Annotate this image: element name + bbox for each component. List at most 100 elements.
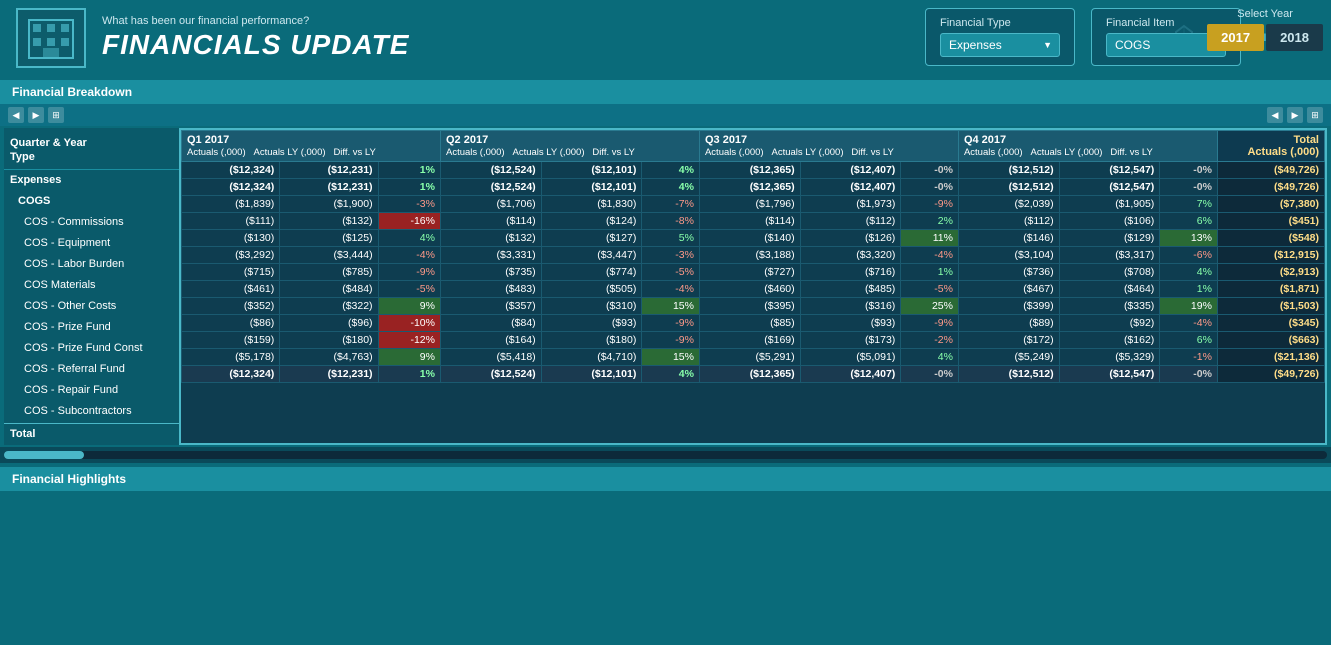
q1-actuals: ($159) bbox=[182, 332, 280, 349]
total-header: TotalActuals (,000) bbox=[1217, 131, 1324, 162]
q4-actuals-ly: ($129) bbox=[1059, 230, 1160, 247]
q4-actuals-ly: ($12,547) bbox=[1059, 162, 1160, 179]
q4-actuals: ($89) bbox=[958, 315, 1059, 332]
scrollbar-thumb[interactable] bbox=[4, 451, 84, 459]
q2-actuals-ly: ($180) bbox=[541, 332, 642, 349]
q4-actuals: ($2,039) bbox=[958, 196, 1059, 213]
q3-diff: 25% bbox=[901, 298, 959, 315]
q2-actuals: ($164) bbox=[440, 332, 541, 349]
left-row-commissions: COS - Commissions bbox=[4, 212, 179, 233]
year-2018-button[interactable]: 2018 bbox=[1266, 24, 1323, 51]
table-row: ($111)($132)-16%($114)($124)-8%($114)($1… bbox=[182, 213, 1325, 230]
q1-actuals-ly: ($12,231) bbox=[280, 179, 378, 196]
left-row-labor-burden: COS - Labor Burden bbox=[4, 254, 179, 275]
q3-diff: -5% bbox=[901, 281, 959, 298]
q2-actuals: ($1,706) bbox=[440, 196, 541, 213]
logo-box bbox=[16, 8, 86, 68]
financial-type-select[interactable]: Expenses bbox=[940, 33, 1060, 57]
q1-actuals-ly: ($3,444) bbox=[280, 247, 378, 264]
q2-actuals-ly: ($12,101) bbox=[541, 162, 642, 179]
row-total: ($1,871) bbox=[1217, 281, 1324, 298]
q3-diff: 4% bbox=[901, 349, 959, 366]
left-row-cogs: COGS bbox=[4, 191, 179, 212]
q2-actuals-ly: ($93) bbox=[541, 315, 642, 332]
left-row-equipment: COS - Equipment bbox=[4, 233, 179, 254]
q1-actuals-ly: ($484) bbox=[280, 281, 378, 298]
q2-diff: -9% bbox=[642, 332, 700, 349]
row-total: ($7,380) bbox=[1217, 196, 1324, 213]
financial-type-select-wrapper[interactable]: Expenses bbox=[940, 33, 1060, 57]
financial-type-group: Financial Type Expenses bbox=[925, 8, 1075, 66]
q2-actuals-ly: ($505) bbox=[541, 281, 642, 298]
q2-diff: 4% bbox=[642, 179, 700, 196]
q3-actuals-ly: ($3,320) bbox=[800, 247, 901, 264]
q2-actuals: ($114) bbox=[440, 213, 541, 230]
financial-highlights-divider: Financial Highlights bbox=[0, 467, 1331, 491]
toolbar-icon-1[interactable]: ◀ bbox=[8, 107, 24, 123]
left-panel: Quarter & YearType Expenses COGS COS - C… bbox=[4, 128, 179, 445]
q4-actuals-ly: ($464) bbox=[1059, 281, 1160, 298]
table-row: ($86)($96)-10%($84)($93)-9%($85)($93)-9%… bbox=[182, 315, 1325, 332]
table-header-row: Q1 2017Actuals (,000) Actuals LY (,000) … bbox=[182, 131, 1325, 162]
q1-actuals-ly: ($4,763) bbox=[280, 349, 378, 366]
toolbar-icon-right-1[interactable]: ◀ bbox=[1267, 107, 1283, 123]
q4-actuals: ($3,104) bbox=[958, 247, 1059, 264]
q4-diff: 6% bbox=[1160, 213, 1218, 230]
q1-diff: 9% bbox=[378, 298, 440, 315]
main-content: Quarter & YearType Expenses COGS COS - C… bbox=[0, 126, 1331, 447]
year-controls: Select Year 2017 2018 bbox=[1207, 8, 1323, 51]
q3-actuals: ($169) bbox=[699, 332, 800, 349]
left-row-total: Total bbox=[4, 423, 179, 445]
q1-actuals: ($1,839) bbox=[182, 196, 280, 213]
q1-actuals: ($12,324) bbox=[182, 366, 280, 383]
year-label: Select Year bbox=[1207, 8, 1323, 20]
toolbar-icon-3[interactable]: ⊞ bbox=[48, 107, 64, 123]
q1-actuals: ($111) bbox=[182, 213, 280, 230]
table-body: ($12,324)($12,231)1%($12,524)($12,101)4%… bbox=[182, 162, 1325, 383]
q3-actuals: ($12,365) bbox=[699, 366, 800, 383]
left-row-prize-fund: COS - Prize Fund bbox=[4, 317, 179, 338]
q3-diff: -0% bbox=[901, 366, 959, 383]
toolbar-icon-right-3[interactable]: ⊞ bbox=[1307, 107, 1323, 123]
row-total: ($49,726) bbox=[1217, 179, 1324, 196]
scrollbar-area bbox=[0, 447, 1331, 463]
q4-diff: 4% bbox=[1160, 264, 1218, 281]
q3-actuals-ly: ($12,407) bbox=[800, 162, 901, 179]
q3-actuals-ly: ($5,091) bbox=[800, 349, 901, 366]
q2-actuals-ly: ($1,830) bbox=[541, 196, 642, 213]
table-row: ($12,324)($12,231)1%($12,524)($12,101)4%… bbox=[182, 179, 1325, 196]
q1-diff: 4% bbox=[378, 230, 440, 247]
financial-breakdown-divider: Financial Breakdown bbox=[0, 80, 1331, 104]
left-row-subcontractors: COS - Subcontractors bbox=[4, 401, 179, 422]
q1-actuals-ly: ($1,900) bbox=[280, 196, 378, 213]
q4-actuals: ($5,249) bbox=[958, 349, 1059, 366]
toolbar-icon-right-2[interactable]: ▶ bbox=[1287, 107, 1303, 123]
q1-diff: 9% bbox=[378, 349, 440, 366]
q1-actuals: ($12,324) bbox=[182, 179, 280, 196]
q3-actuals: ($1,796) bbox=[699, 196, 800, 213]
q1-diff: -16% bbox=[378, 213, 440, 230]
row-total: ($21,136) bbox=[1217, 349, 1324, 366]
q3-diff: 2% bbox=[901, 213, 959, 230]
q3-actuals: ($85) bbox=[699, 315, 800, 332]
q3-actuals: ($12,365) bbox=[699, 162, 800, 179]
table-row: ($3,292)($3,444)-4%($3,331)($3,447)-3%($… bbox=[182, 247, 1325, 264]
q1-diff: -3% bbox=[378, 196, 440, 213]
row-total: ($548) bbox=[1217, 230, 1324, 247]
q1-actuals-ly: ($132) bbox=[280, 213, 378, 230]
q3-diff: -9% bbox=[901, 196, 959, 213]
year-2017-button[interactable]: 2017 bbox=[1207, 24, 1264, 51]
q3-diff: 11% bbox=[901, 230, 959, 247]
left-panel-header: Quarter & YearType bbox=[4, 128, 179, 170]
q3-actuals: ($140) bbox=[699, 230, 800, 247]
scrollbar-track[interactable] bbox=[4, 451, 1327, 459]
q4-actuals-ly: ($1,905) bbox=[1059, 196, 1160, 213]
q1-header: Q1 2017Actuals (,000) Actuals LY (,000) … bbox=[182, 131, 441, 162]
q3-actuals-ly: ($173) bbox=[800, 332, 901, 349]
q1-diff: -5% bbox=[378, 281, 440, 298]
toolbar-icon-2[interactable]: ▶ bbox=[28, 107, 44, 123]
q4-diff: 6% bbox=[1160, 332, 1218, 349]
table-row: ($1,839)($1,900)-3%($1,706)($1,830)-7%($… bbox=[182, 196, 1325, 213]
q2-diff: 15% bbox=[642, 298, 700, 315]
q4-actuals: ($736) bbox=[958, 264, 1059, 281]
